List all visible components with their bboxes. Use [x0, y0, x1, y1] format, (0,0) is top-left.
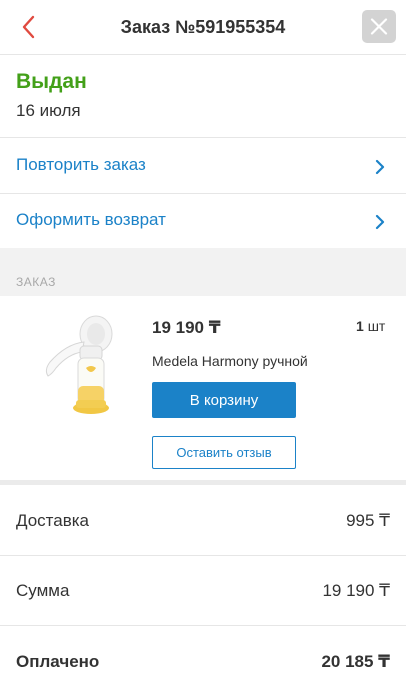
- section-label: ЗАКАЗ: [16, 275, 56, 289]
- product-image[interactable]: [36, 312, 118, 416]
- delivery-row: Доставка 995 ₸: [0, 486, 406, 556]
- quantity-unit: шт: [367, 318, 386, 334]
- return-order-label: Оформить возврат: [16, 210, 166, 229]
- chevron-right-icon: [375, 159, 385, 175]
- delivery-value: 995 ₸: [346, 511, 390, 530]
- leave-review-button[interactable]: Оставить отзыв: [152, 436, 296, 469]
- product-price: 19 190 ₸: [152, 318, 221, 337]
- delivery-label: Доставка: [16, 511, 90, 530]
- paid-label: Оплачено: [16, 652, 100, 671]
- chevron-right-icon: [375, 214, 385, 230]
- quantity-number: 1: [356, 318, 364, 334]
- order-section-header: ЗАКАЗ: [0, 248, 406, 296]
- section-divider: [0, 480, 406, 485]
- status-date: 16 июля: [16, 101, 81, 120]
- close-icon: [370, 18, 388, 35]
- total-value: 19 190 ₸: [322, 581, 390, 600]
- status-label: Выдан: [16, 70, 87, 93]
- total-label: Сумма: [16, 581, 70, 600]
- add-to-cart-button[interactable]: В корзину: [152, 382, 296, 418]
- close-button[interactable]: [362, 10, 396, 43]
- return-order-link[interactable]: Оформить возврат: [0, 194, 406, 249]
- order-status: Выдан 16 июля: [0, 56, 406, 138]
- total-row: Сумма 19 190 ₸: [0, 556, 406, 626]
- paid-value: 20 185 ₸: [321, 652, 390, 671]
- paid-row: Оплачено 20 185 ₸: [0, 627, 406, 697]
- product-quantity: 1 шт: [356, 318, 385, 334]
- order-item: 19 190 ₸ 1 шт Medela Harmony ручной В ко…: [0, 296, 406, 480]
- product-name[interactable]: Medela Harmony ручной: [152, 353, 308, 369]
- repeat-order-link[interactable]: Повторить заказ: [0, 139, 406, 194]
- repeat-order-label: Повторить заказ: [16, 155, 146, 174]
- top-bar: Заказ №591955354: [0, 0, 406, 55]
- page-title: Заказ №591955354: [120, 17, 286, 37]
